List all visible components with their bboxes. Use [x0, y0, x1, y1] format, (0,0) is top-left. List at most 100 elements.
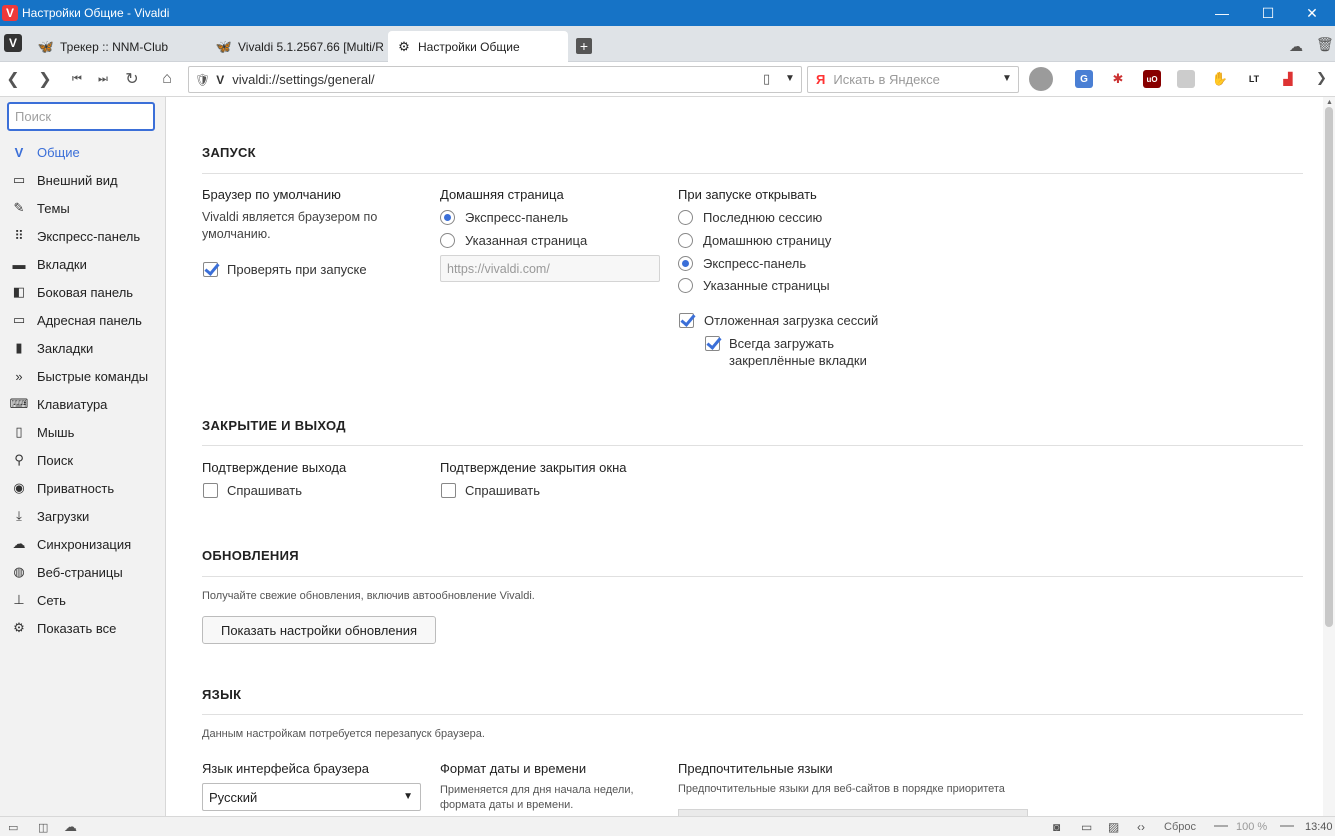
- sidebar-item-sync[interactable]: ☁ Синхронизация: [0, 530, 165, 558]
- zoom-slider-right[interactable]: [1280, 825, 1294, 827]
- lazy-load-sessions-label[interactable]: Отложенная загрузка сессий: [704, 313, 878, 328]
- scroll-up-icon[interactable]: ▲: [1326, 99, 1333, 106]
- date-format-desc-1: Применяется для дня начала недели,: [440, 784, 634, 796]
- startup-last-session-radio[interactable]: [678, 210, 693, 225]
- menu-overflow-icon[interactable]: ❯: [1316, 70, 1327, 86]
- vivaldi-logo-icon[interactable]: V: [2, 5, 18, 21]
- sidebar-item-general[interactable]: V Общие: [0, 138, 165, 166]
- code-icon[interactable]: ‹›: [1137, 819, 1145, 835]
- minimize-button[interactable]: —: [1199, 0, 1245, 26]
- vivaldi-icon: V: [14, 144, 24, 160]
- sidebar-item-search[interactable]: ⚲ Поиск: [0, 446, 165, 474]
- window-close-confirm-title: Подтверждение закрытия окна: [440, 460, 627, 475]
- exit-confirm-label[interactable]: Спрашивать: [227, 483, 302, 498]
- sidebar-item-bookmarks[interactable]: ▮ Закладки: [0, 334, 165, 362]
- tab-nnm-club[interactable]: 🦋 Трекер :: NNM-Club: [30, 31, 206, 62]
- scrollbar-thumb[interactable]: [1325, 107, 1333, 627]
- ui-language-select[interactable]: Русский ▼: [202, 783, 421, 811]
- check-on-startup-label[interactable]: Проверять при запуске: [227, 262, 367, 277]
- tab-vivaldi-release[interactable]: 🦋 Vivaldi 5.1.2567.66 [Multi/Ru]: [208, 31, 384, 62]
- sidebar-item-webpages[interactable]: ◍ Веб-страницы: [0, 558, 165, 586]
- startup-homepage-radio[interactable]: [678, 233, 693, 248]
- sidebar-item-label: Внешний вид: [37, 172, 118, 188]
- forward-button[interactable]: ❯: [34, 68, 56, 90]
- settings-search-input[interactable]: [7, 102, 155, 131]
- check-on-startup-checkbox[interactable]: [203, 262, 218, 277]
- lazy-load-sessions-checkbox[interactable]: [679, 313, 694, 328]
- back-button[interactable]: ❮: [2, 68, 24, 90]
- sidebar-item-address-bar[interactable]: ▭ Адресная панель: [0, 306, 165, 334]
- window-close-confirm-label[interactable]: Спрашивать: [465, 483, 540, 498]
- vivaldi-menu-icon[interactable]: V: [4, 34, 22, 52]
- panel-toggle-icon[interactable]: ▭: [8, 819, 18, 835]
- game-extension-icon[interactable]: [1177, 70, 1195, 88]
- url-text[interactable]: vivaldi://settings/general/: [232, 72, 374, 87]
- chevron-down-icon[interactable]: ▼: [785, 73, 795, 84]
- sidebar-item-panel[interactable]: ◧ Боковая панель: [0, 278, 165, 306]
- startup-speed-dial-radio[interactable]: [678, 256, 693, 271]
- section-heading-language: ЯЗЫК: [202, 687, 242, 702]
- section-heading-closing: ЗАКРЫТИЕ И ВЫХОД: [202, 418, 346, 433]
- sidebar-item-quick-commands[interactable]: » Быстрые команды: [0, 362, 165, 390]
- language-desc: Данным настройкам потребуется перезапуск…: [202, 728, 485, 740]
- image-icon[interactable]: ▨: [1108, 819, 1119, 835]
- sidebar-item-themes[interactable]: ✎ Темы: [0, 194, 165, 222]
- startup-specific-pages-radio[interactable]: [678, 278, 693, 293]
- window-icon[interactable]: ▭: [1081, 819, 1092, 835]
- startup-option-label[interactable]: Экспресс-панель: [703, 256, 806, 271]
- startup-option-label[interactable]: Указанные страницы: [703, 278, 830, 293]
- maximize-button[interactable]: ☐: [1245, 0, 1291, 26]
- trash-icon[interactable]: 🗑: [1316, 36, 1334, 53]
- avatar[interactable]: [1029, 67, 1053, 91]
- zoom-slider[interactable]: [1214, 825, 1228, 827]
- search-field[interactable]: Я Искать в Яндексе ▼: [807, 66, 1019, 93]
- bookmark-icon[interactable]: ▯: [763, 71, 770, 87]
- languagetool-extension-icon[interactable]: LT: [1245, 70, 1263, 88]
- close-button[interactable]: ✕: [1289, 0, 1335, 26]
- ublock-extension-icon[interactable]: uO: [1143, 70, 1161, 88]
- translate-extension-icon[interactable]: G: [1075, 70, 1093, 88]
- homepage-url-input[interactable]: https://vivaldi.com/: [440, 255, 660, 282]
- star-extension-icon[interactable]: ✱: [1109, 70, 1127, 88]
- shield-icon[interactable]: 🛡: [195, 73, 210, 87]
- homepage-specific-radio[interactable]: [440, 233, 455, 248]
- load-pinned-tabs-label-2[interactable]: закреплённые вкладки: [729, 353, 867, 368]
- camera-icon[interactable]: ◙: [1053, 819, 1060, 835]
- sidebar-item-appearance[interactable]: ▭ Внешний вид: [0, 166, 165, 194]
- show-update-settings-button[interactable]: Показать настройки обновления: [202, 616, 436, 644]
- cloud-icon[interactable]: ☁: [64, 819, 77, 835]
- content-scrollbar[interactable]: ▲: [1323, 97, 1335, 816]
- preferred-languages-list[interactable]: [678, 809, 1028, 816]
- homepage-option-label[interactable]: Экспресс-панель: [465, 210, 568, 225]
- sidebar-item-downloads[interactable]: ⤓ Загрузки: [0, 502, 165, 530]
- window-close-confirm-checkbox[interactable]: [441, 483, 456, 498]
- sidebar-item-show-all[interactable]: ⚙ Показать все: [0, 614, 165, 642]
- new-tab-button[interactable]: +: [576, 38, 592, 54]
- url-field[interactable]: 🛡 V vivaldi://settings/general/ ▯ ▼: [188, 66, 802, 93]
- load-pinned-tabs-checkbox[interactable]: [705, 336, 720, 351]
- homepage-option-label[interactable]: Указанная страница: [465, 233, 587, 248]
- sidebar-item-network[interactable]: ⊥ Сеть: [0, 586, 165, 614]
- sidebar-item-keyboard[interactable]: ⌨ Клавиатура: [0, 390, 165, 418]
- cloud-sync-icon[interactable]: ☁: [1289, 38, 1303, 55]
- sidebar-item-tabs[interactable]: ▬ Вкладки: [0, 250, 165, 278]
- hand-extension-icon[interactable]: ✋: [1211, 70, 1229, 88]
- fast-forward-button[interactable]: ⏭: [92, 68, 114, 90]
- reload-button[interactable]: ↻: [121, 68, 143, 90]
- exit-confirm-checkbox[interactable]: [203, 483, 218, 498]
- sidebar-item-speed-dial[interactable]: ⠿ Экспресс-панель: [0, 222, 165, 250]
- tab-settings[interactable]: ⚙ Настройки Общие: [388, 31, 568, 62]
- chart-extension-icon[interactable]: ▟: [1279, 70, 1297, 88]
- sidebar-item-label: Адресная панель: [37, 312, 142, 328]
- chevron-down-icon[interactable]: ▼: [1002, 73, 1012, 84]
- zoom-reset-button[interactable]: Сброс: [1164, 819, 1196, 835]
- load-pinned-tabs-label-1[interactable]: Всегда загружать: [729, 336, 834, 351]
- startup-option-label[interactable]: Последнюю сессию: [703, 210, 822, 225]
- sidebar-item-privacy[interactable]: ◉ Приватность: [0, 474, 165, 502]
- rewind-button[interactable]: ⏮: [66, 68, 88, 90]
- tile-tabs-icon[interactable]: ◫: [38, 819, 48, 835]
- homepage-speed-dial-radio[interactable]: [440, 210, 455, 225]
- home-button[interactable]: ⌂: [156, 68, 178, 90]
- startup-option-label[interactable]: Домашнюю страницу: [703, 233, 831, 248]
- sidebar-item-mouse[interactable]: ▯ Мышь: [0, 418, 165, 446]
